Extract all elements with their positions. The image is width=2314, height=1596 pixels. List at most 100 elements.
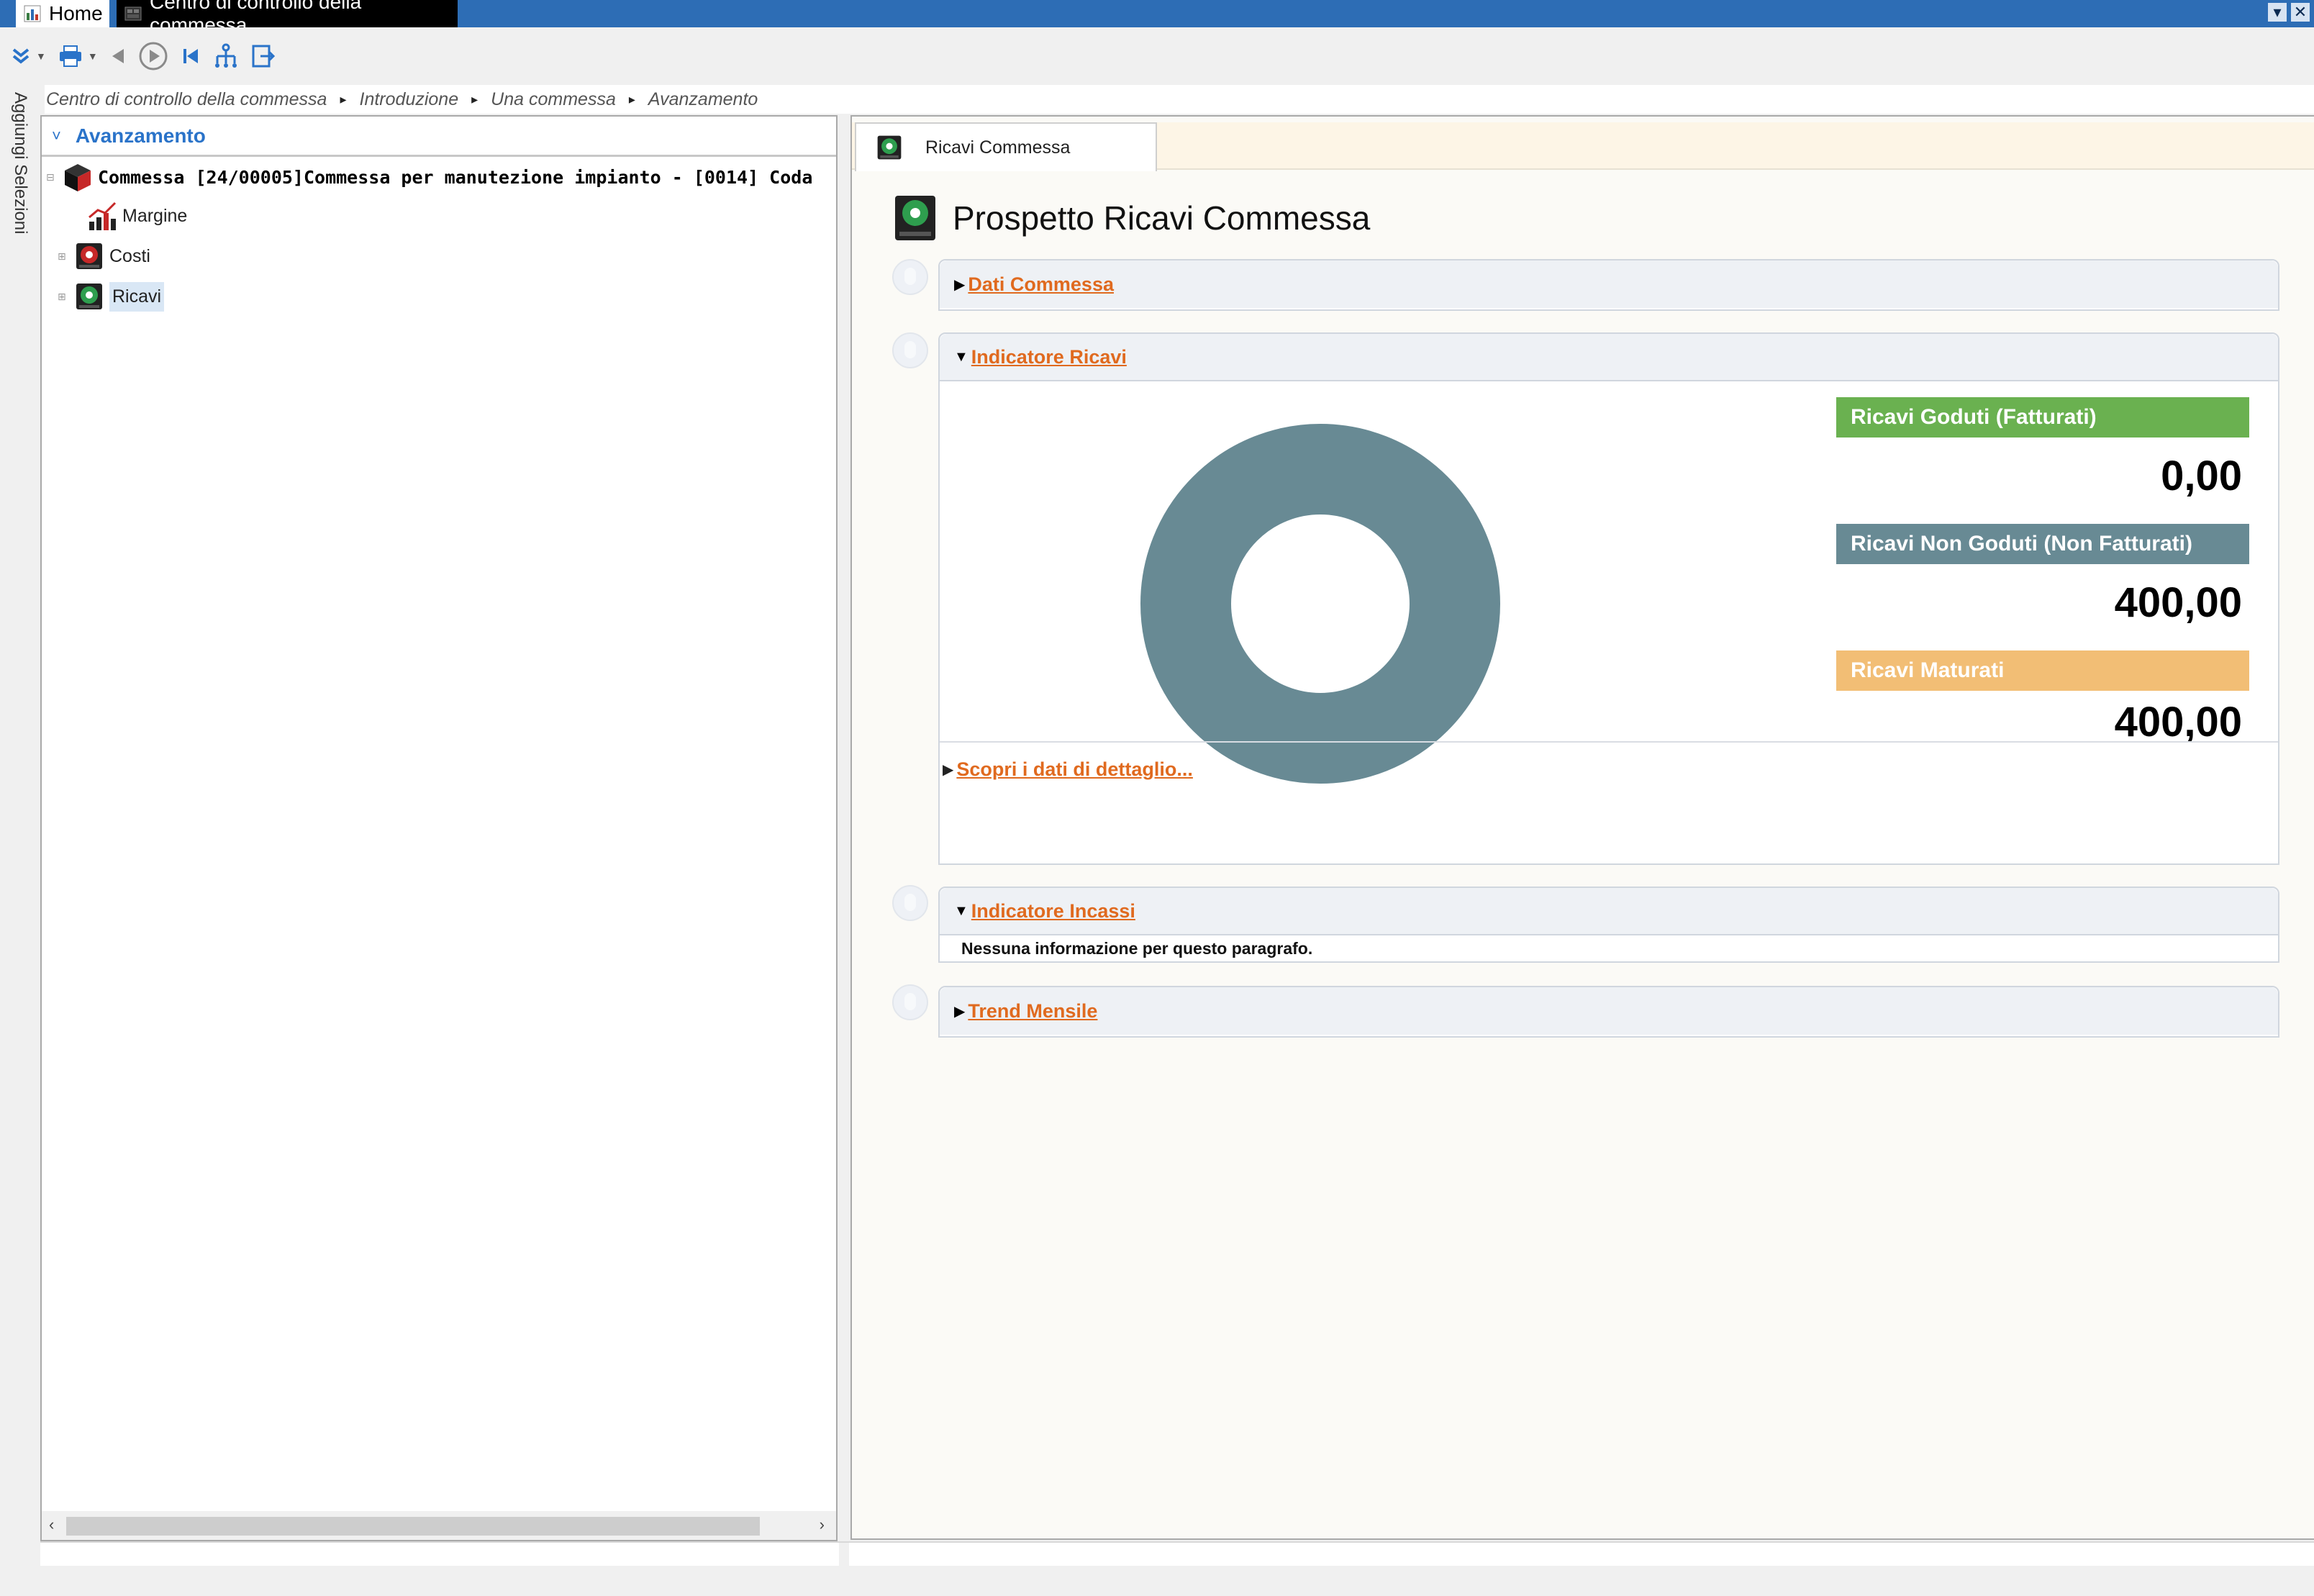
scroll-right-icon[interactable]: › [820, 1515, 825, 1534]
tree-node-commessa[interactable]: ⊟ Commessa [24/00005]Commessa per manute… [46, 161, 812, 193]
section-header[interactable]: ▼ Indicatore Ricavi [940, 334, 2278, 381]
expand-double-chevron-icon [12, 48, 30, 64]
donut-slice-1 [1140, 424, 1500, 784]
section-header[interactable]: ▶ Trend Mensile [940, 987, 2278, 1035]
tree-collapse-icon[interactable]: ⊟ [46, 171, 56, 183]
window-titlebar: Home Centro di controllo della commessa … [0, 0, 2314, 36]
breadcrumb-item[interactable]: Introduzione [360, 89, 459, 110]
section-title-link[interactable]: Dati Commessa [968, 273, 1114, 296]
tab-home-label: Home [49, 2, 103, 24]
section-dati-commessa: ▶ Dati Commessa [938, 259, 2279, 311]
tab-centro-controllo[interactable]: Centro di controllo della commessa [117, 0, 458, 36]
window-close-icon[interactable]: ✕ [2291, 3, 2310, 22]
tree-panel-title: Avanzamento [75, 124, 206, 147]
detail-link-text[interactable]: Scopri i dati di dettaglio... [956, 758, 1193, 781]
section-bullet-icon [892, 332, 928, 368]
tree-panel-header[interactable]: ˅ Avanzamento [42, 117, 836, 157]
status-bar-divider [839, 1543, 849, 1567]
tree-node-ricavi[interactable]: ⊞ Ricavi [58, 281, 165, 312]
hierarchy-button[interactable] [213, 37, 239, 75]
dashboard-icon [124, 6, 142, 21]
breadcrumb-item[interactable]: Una commessa [491, 89, 616, 110]
tree-expand-icon[interactable]: ⊞ [58, 291, 68, 303]
status-bar [40, 1541, 2314, 1567]
content-tabstrip: Ricavi Commessa [852, 122, 2314, 171]
play-button[interactable] [138, 37, 168, 75]
breadcrumb-item-current: Avanzamento [648, 89, 758, 109]
value-ricavi-maturati: 400,00 [2114, 699, 2242, 745]
tree-panel: ˅ Avanzamento ⊟ Commessa [24/00005]Comme… [40, 115, 838, 1541]
tab-home[interactable]: Home [16, 0, 109, 27]
tab-ricavi-commessa[interactable]: Ricavi Commessa [855, 122, 1157, 171]
section-divider [940, 741, 2278, 743]
box-icon [65, 164, 91, 191]
legend-label: Ricavi Maturati [1851, 658, 2005, 682]
breadcrumb-separator-icon: ▸ [471, 91, 478, 106]
tree-node-label: Margine [122, 205, 188, 226]
tree-node-margine[interactable]: Margine [71, 200, 187, 232]
expand-all-button[interactable]: ▼ [10, 37, 46, 75]
play-icon [139, 42, 168, 71]
value-ricavi-non-goduti: 400,00 [2114, 579, 2242, 626]
first-button[interactable] [180, 37, 201, 75]
tree-node-label: Ricavi [109, 281, 165, 312]
donut-chart-svg [1140, 424, 1500, 784]
section-bullet-icon [892, 885, 928, 921]
toolbar: ▼ ▼ [0, 27, 2314, 85]
window-menu-dropdown-icon[interactable]: ▾ [2268, 3, 2287, 22]
tree-node-label: Commessa [24/00005]Commessa per manutezi… [98, 166, 813, 188]
breadcrumb: Centro di controllo della commessa ▸ Int… [45, 85, 2314, 114]
print-icon [59, 45, 81, 67]
print-dropdown-caret-icon[interactable]: ▼ [88, 50, 98, 62]
legend-ricavi-goduti: Ricavi Goduti (Fatturati) [1836, 397, 2249, 437]
legend-ricavi-non-goduti: Ricavi Non Goduti (Non Fatturati) [1836, 524, 2249, 564]
section-header[interactable]: ▶ Dati Commessa [940, 260, 2278, 308]
scrollbar-thumb[interactable] [66, 1517, 760, 1536]
breadcrumb-separator-icon: ▸ [340, 91, 347, 106]
breadcrumb-item[interactable]: Centro di controllo della commessa [46, 89, 327, 110]
horizontal-scrollbar[interactable]: ‹ › [42, 1511, 836, 1540]
tree: ⊟ Commessa [24/00005]Commessa per manute… [42, 157, 836, 1495]
section-bullet-icon [892, 984, 928, 1020]
register-green-icon [895, 196, 935, 240]
tree-node-label: Costi [109, 245, 150, 266]
tree-expand-icon[interactable]: ⊞ [58, 250, 68, 263]
home-app-icon [24, 5, 41, 22]
tree-node-costi[interactable]: ⊞ Costi [58, 240, 150, 272]
section-indicatore-ricavi: ▼ Indicatore Ricavi Ricavi Goduti (Fattu… [938, 332, 2279, 865]
legend-label: Ricavi Non Goduti (Non Fatturati) [1851, 532, 2192, 556]
section-header[interactable]: ▼ Indicatore Incassi [940, 888, 2278, 935]
breadcrumb-separator-icon: ▸ [628, 91, 635, 106]
collapse-triangle-icon[interactable]: ▼ [954, 903, 968, 920]
expand-triangle-icon[interactable]: ▶ [943, 761, 953, 779]
page-title-row: Prospetto Ricavi Commessa [894, 194, 1370, 242]
collapse-triangle-icon[interactable]: ▼ [954, 349, 968, 366]
tab-label: Ricavi Commessa [925, 137, 1071, 158]
value-ricavi-goduti: 0,00 [2161, 453, 2242, 499]
side-rail: Aggiungi Selezioni [0, 85, 39, 1596]
section-title-link[interactable]: Trend Mensile [968, 1000, 1097, 1023]
expand-dropdown-caret-icon[interactable]: ▼ [36, 50, 46, 62]
expand-triangle-icon[interactable]: ▶ [954, 1002, 965, 1020]
add-selections-tab[interactable]: Aggiungi Selezioni [10, 92, 30, 234]
exit-button[interactable] [250, 37, 276, 75]
scroll-left-icon[interactable]: ‹ [49, 1515, 54, 1534]
section-title-link[interactable]: Indicatore Ricavi [971, 346, 1127, 368]
no-info-message: Nessuna informazione per questo paragraf… [940, 935, 2278, 961]
first-page-icon [183, 49, 198, 63]
exit-icon [252, 45, 275, 68]
hierarchy-icon [214, 43, 237, 68]
section-indicatore-incassi: ▼ Indicatore Incassi Nessuna informazion… [938, 887, 2279, 963]
legend-label: Ricavi Goduti (Fatturati) [1851, 405, 2097, 429]
back-button[interactable] [109, 37, 127, 75]
legend-ricavi-maturati: Ricavi Maturati [1836, 650, 2249, 691]
register-red-icon [76, 243, 102, 269]
register-green-icon [877, 135, 902, 160]
collapse-chevron-icon[interactable]: ˅ [52, 127, 61, 145]
section-title-link[interactable]: Indicatore Incassi [971, 900, 1135, 922]
print-button[interactable]: ▼ [58, 37, 98, 75]
page-title: Prospetto Ricavi Commessa [953, 199, 1371, 237]
section-trend-mensile: ▶ Trend Mensile [938, 986, 2279, 1038]
expand-triangle-icon[interactable]: ▶ [954, 276, 965, 294]
detail-link[interactable]: ▶ Scopri i dati di dettaglio... [943, 758, 1193, 781]
